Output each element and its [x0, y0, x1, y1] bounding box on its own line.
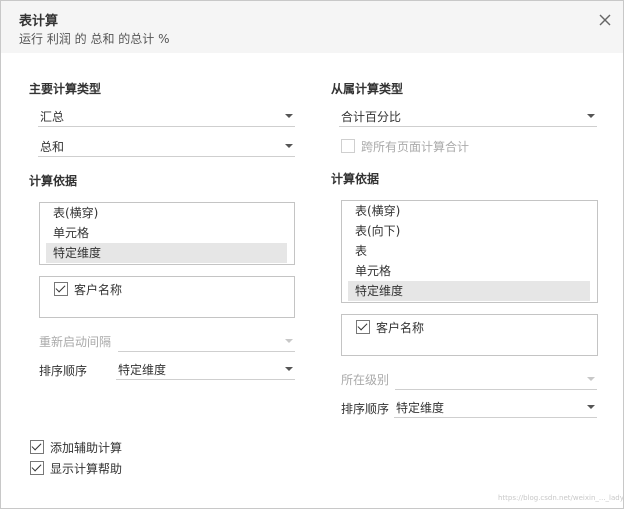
compute-across-pages-checkbox[interactable] [341, 139, 355, 153]
add-secondary-calc-checkbox[interactable] [30, 440, 44, 454]
dialog-title: 表计算 [19, 14, 59, 29]
chevron-down-icon [587, 405, 595, 409]
compute-using-list[interactable]: 表(横穿) 表(向下) 表 单元格 特定维度 [341, 200, 598, 303]
aggregation-value: 总和 [40, 140, 65, 154]
restart-every-label: 重新启动间隔 [39, 335, 112, 349]
dimension-list: 客户名称 [341, 314, 598, 356]
secondary-calc-type-dropdown[interactable]: 合计百分比 [339, 106, 597, 127]
sort-order-label: 排序顺序 [341, 402, 390, 416]
compute-using-list[interactable]: 表(横穿) 单元格 特定维度 [39, 202, 295, 265]
dialog-subtitle: 运行 利润 的 总和 的总计 % [19, 32, 170, 46]
restart-every-dropdown [118, 331, 295, 352]
primary-calc-type-dropdown[interactable]: 汇总 [38, 106, 295, 127]
primary-calc-type-label: 主要计算类型 [29, 82, 102, 96]
list-item[interactable]: 单元格 [46, 223, 287, 243]
table-calculation-dialog: 表计算 运行 利润 的 总和 的总计 % 主要计算类型 汇总 总和 计算依据 表… [0, 0, 624, 509]
sort-order-label: 排序顺序 [39, 364, 88, 378]
watermark: https://blog.csdn.net/weixin_..._lady [498, 494, 624, 502]
dialog-header: 表计算 运行 利润 的 总和 的总计 % [1, 1, 623, 53]
at-level-label: 所在级别 [341, 373, 390, 387]
sort-order-dropdown[interactable]: 特定维度 [116, 359, 295, 380]
primary-calc-type-value: 汇总 [40, 110, 65, 124]
sort-order-dropdown[interactable]: 特定维度 [394, 397, 597, 418]
chevron-down-icon [285, 339, 293, 343]
chevron-down-icon [285, 114, 293, 118]
dimension-checkbox-customer-name[interactable] [54, 282, 68, 296]
compute-using-label: 计算依据 [29, 174, 78, 188]
chevron-down-icon [587, 377, 595, 381]
at-level-dropdown [395, 369, 597, 390]
dimension-list: 客户名称 [39, 276, 295, 318]
sort-order-value: 特定维度 [118, 363, 167, 377]
add-secondary-calc-label: 添加辅助计算 [50, 441, 123, 455]
compute-across-pages-label: 跨所有页面计算合计 [361, 140, 470, 154]
list-item-selected[interactable]: 特定维度 [46, 243, 287, 263]
close-icon[interactable] [597, 12, 613, 28]
secondary-calc-type-label: 从属计算类型 [331, 82, 404, 96]
dimension-label: 客户名称 [74, 283, 123, 297]
list-item[interactable]: 单元格 [348, 261, 590, 281]
list-item[interactable]: 表(横穿) [46, 203, 287, 223]
list-item[interactable]: 表 [348, 241, 590, 261]
aggregation-dropdown[interactable]: 总和 [38, 136, 295, 157]
list-item-selected[interactable]: 特定维度 [348, 281, 590, 301]
chevron-down-icon [285, 367, 293, 371]
dimension-checkbox-customer-name[interactable] [356, 320, 370, 334]
show-calc-help-label: 显示计算帮助 [50, 462, 123, 476]
list-item[interactable]: 表(横穿) [348, 201, 590, 221]
dimension-label: 客户名称 [376, 321, 425, 335]
secondary-calc-type-value: 合计百分比 [341, 110, 402, 124]
list-item[interactable]: 表(向下) [348, 221, 590, 241]
compute-using-label: 计算依据 [331, 172, 380, 186]
sort-order-value: 特定维度 [396, 401, 445, 415]
chevron-down-icon [285, 144, 293, 148]
show-calc-help-checkbox[interactable] [30, 461, 44, 475]
chevron-down-icon [587, 114, 595, 118]
